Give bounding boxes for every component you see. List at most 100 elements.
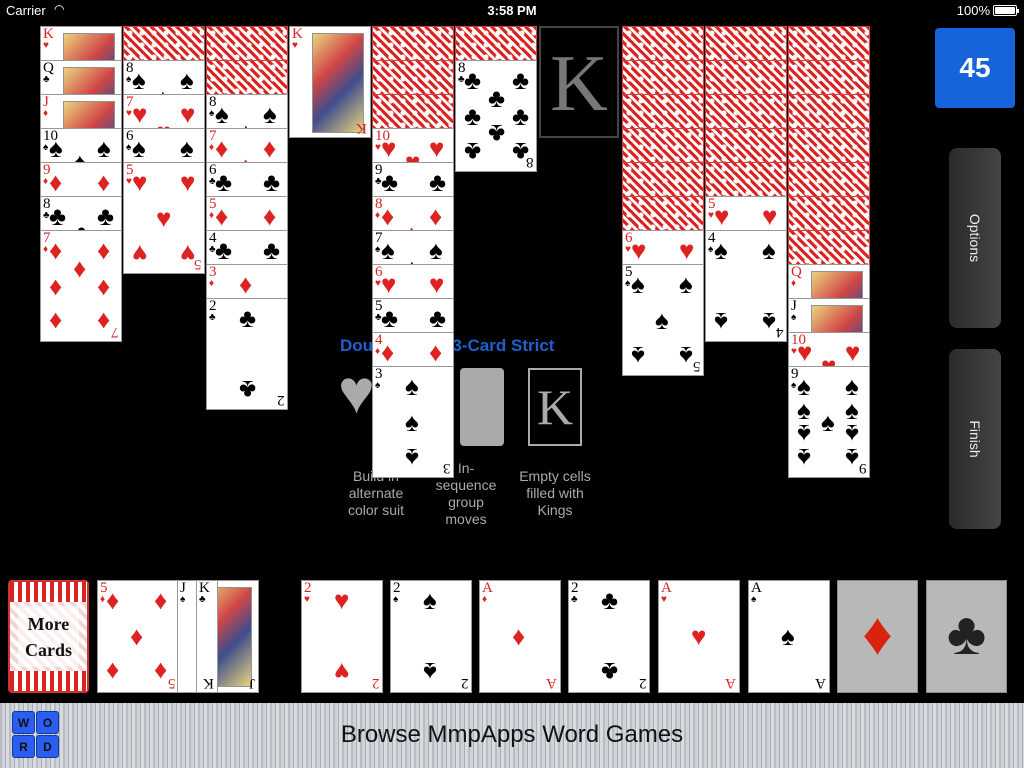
status-bar: Carrier ◠ 3:58 PM 100% [0, 0, 1024, 22]
card-suit: ♣ [43, 74, 50, 85]
feature-caption: Empty cells filled with Kings [519, 468, 591, 518]
heart-icon: ♥ [338, 358, 375, 427]
card-rank: 2 [460, 675, 469, 691]
foundation-card[interactable]: 2 ♣ ♣ ♣ 2 [568, 580, 650, 693]
card-pip: ♦ [239, 269, 253, 299]
foundation-card[interactable]: A ♠ ♠ A [748, 580, 830, 693]
card-pip: ♣ [429, 303, 447, 333]
tableau-card[interactable]: 3 ♠ ♠ ♠ ♠ 3 [372, 366, 454, 478]
card-pip: ♠ [180, 65, 194, 95]
face-down-card [123, 26, 205, 62]
face-down-card [788, 230, 870, 266]
face-down-card [705, 128, 787, 164]
card-pip: ♣ [464, 137, 482, 167]
card-suit: ♦ [43, 108, 49, 119]
card-pip: ♠ [714, 307, 728, 337]
card-suit: ♠ [126, 142, 132, 153]
card-pip: ♠ [405, 407, 419, 437]
empty-king-slot[interactable]: K [539, 26, 619, 138]
card-pip: ♥ [679, 235, 695, 265]
face-down-card [788, 60, 870, 96]
card-pip: ♦ [215, 133, 229, 163]
card-pip: ♠ [631, 269, 645, 299]
tableau-card[interactable]: 4 ♠ ♠ ♠ ♠ ♠ 4 [705, 230, 787, 342]
card-suit: ♦ [375, 346, 381, 357]
waste-card[interactable]: K ♣ K [196, 580, 218, 693]
card-rank: A [546, 675, 557, 691]
tableau-card[interactable]: 7♦♦♦♦♦♦♦♦7 [40, 230, 122, 342]
card-pip: ♥ [132, 167, 148, 197]
card-pip: ♦ [512, 621, 526, 651]
tableau-card[interactable]: 5 ♠ ♠ ♠ ♠ ♠ ♠ 5 [622, 264, 704, 376]
card-pip: ♠ [405, 443, 419, 473]
score-badge: 45 [935, 28, 1015, 108]
card-suit: ♥ [304, 594, 310, 605]
card-rank: 4 [775, 324, 784, 340]
card-pip: ♠ [631, 341, 645, 371]
face-down-card [622, 94, 704, 130]
card-rank: 8 [525, 154, 534, 170]
card-pip: ♦ [381, 201, 395, 231]
card-pip: ♣ [49, 201, 67, 231]
card-pip: ♣ [488, 83, 506, 113]
card-rank: 3 [442, 460, 451, 476]
foundation-card[interactable]: 2 ♥ ♥ ♥ 2 [301, 580, 383, 693]
card-pip: ♠ [821, 407, 835, 437]
options-button[interactable]: Options [949, 148, 1001, 328]
more-cards-button[interactable]: More Cards [8, 580, 89, 693]
tableau-card[interactable]: 9 ♠ ♠ ♠ ♠ ♠ ♠ ♠ ♠ ♠ ♠ 9 [788, 366, 870, 478]
face-down-card [372, 94, 454, 130]
tableau-card[interactable]: K♥K [289, 26, 371, 138]
card-pip: ♦ [381, 337, 395, 367]
card-rank: 5 [167, 675, 176, 691]
card-pip: ♦ [97, 307, 111, 337]
card-rank: K [203, 675, 214, 691]
face-down-card [705, 60, 787, 96]
card-suit: ♦ [209, 142, 215, 153]
card-pip: ♥ [429, 269, 445, 299]
tableau-card[interactable]: 2 ♣ ♣ ♣ 2 [206, 298, 288, 410]
face-card-art [312, 33, 364, 133]
card-pip: ♣ [464, 65, 482, 95]
card-pip: ♠ [423, 657, 437, 687]
tableau-card[interactable]: 5♥♥♥♥♥♥5 [123, 162, 205, 274]
card-pip: ♦ [429, 337, 443, 367]
finish-label: Finish [967, 420, 983, 458]
foundation-card[interactable]: A ♥ ♥ A [658, 580, 740, 693]
card-pip: ♦ [97, 271, 111, 301]
foundation-card[interactable]: A ♦ ♦ A [479, 580, 561, 693]
card-pip: ♦ [49, 271, 63, 301]
word-logo-icon[interactable]: W O R D [12, 711, 59, 758]
card-suit: ♠ [708, 244, 714, 255]
card-rank: K [356, 120, 367, 136]
face-down-card [705, 94, 787, 130]
face-down-card [788, 26, 870, 62]
foundation-card[interactable]: 2 ♠ ♠ ♠ 2 [390, 580, 472, 693]
card-pip: ♥ [762, 201, 778, 231]
card-suit: ♠ [126, 74, 132, 85]
card-pip: ♦ [154, 657, 168, 687]
waste-card[interactable]: J ♠ J [177, 580, 259, 693]
face-down-card [705, 26, 787, 62]
card-pip: ♣ [239, 303, 257, 333]
empty-foundation-slot[interactable]: ♣ [926, 580, 1007, 693]
face-down-card [622, 60, 704, 96]
card-pip: ♠ [679, 269, 693, 299]
card-pip: ♦ [215, 201, 229, 231]
more-cards-label: More Cards [18, 606, 79, 667]
waste-card[interactable]: 5 ♦ ♦ ♦ ♦ ♦ ♦ 5 [97, 580, 179, 693]
finish-button[interactable]: Finish [949, 349, 1001, 529]
card-pip: ♥ [714, 201, 730, 231]
card-pip: ♠ [679, 341, 693, 371]
card-rank: A [815, 675, 826, 691]
card-suit: ♠ [751, 594, 757, 605]
empty-foundation-slot[interactable]: ♦ [837, 580, 918, 693]
card-pip: ♠ [405, 371, 419, 401]
card-pip: ♦ [263, 201, 277, 231]
card-rank: 7 [110, 324, 119, 340]
card-pip: ♦ [49, 235, 63, 265]
card-rank: 2 [638, 675, 647, 691]
card-suit: ♦ [482, 594, 488, 605]
tableau-card[interactable]: 8♣♣♣♣♣♣♣♣♣8 [455, 60, 537, 172]
ad-banner[interactable]: Browse MmpApps Word Games [0, 703, 1024, 768]
